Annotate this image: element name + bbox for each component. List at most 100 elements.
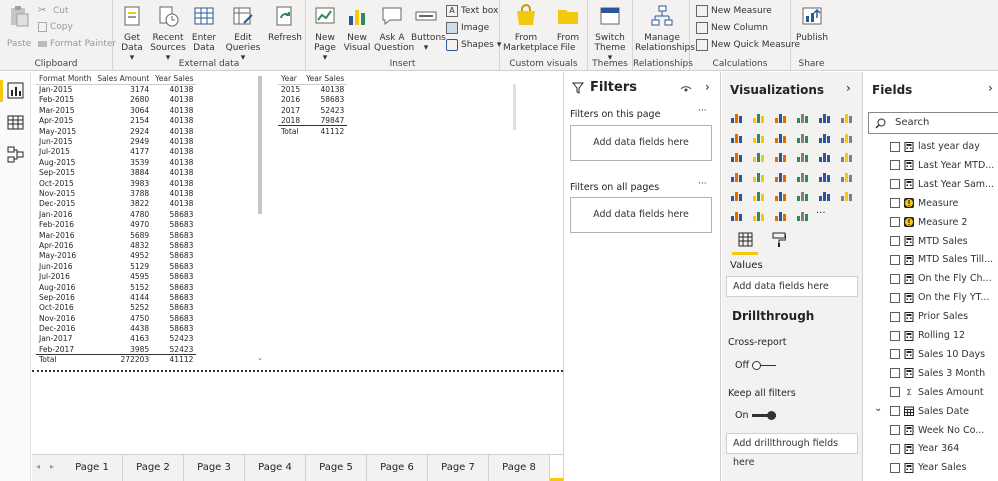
table-row[interactable]: Aug-2015 3539 40138	[36, 157, 196, 167]
field-item[interactable]: Year 364	[864, 439, 998, 458]
fields-search-box[interactable]: Search	[868, 112, 998, 134]
table-row[interactable]: May-2015 2924 40138	[36, 126, 196, 136]
table-row[interactable]: Mar-2016 5689 58683	[36, 230, 196, 240]
field-checkbox[interactable]	[890, 462, 900, 473]
image-button[interactable]: Image	[446, 22, 489, 34]
slicer-icon[interactable]	[730, 189, 743, 202]
more-options-icon[interactable]: ···	[698, 106, 707, 116]
table-row[interactable]: Sep-2016 4144 58683	[36, 292, 196, 302]
table-row[interactable]: 2018 79847	[278, 116, 347, 126]
field-item[interactable]: Sales 3 Month	[864, 364, 998, 383]
text-box-button[interactable]: A Text box	[446, 5, 498, 17]
gauge-icon[interactable]	[774, 170, 787, 183]
field-item[interactable]: Prior Sales	[864, 307, 998, 326]
field-checkbox[interactable]	[890, 198, 900, 209]
ask-question-button[interactable]: Ask A Question	[374, 4, 414, 53]
table-row[interactable]: Jun-2016 5129 58683	[36, 261, 196, 271]
table-row[interactable]: Feb-2017 3985 52423	[36, 344, 196, 354]
col-header-year-sales[interactable]: Year Sales	[303, 74, 348, 85]
clustered-column-icon[interactable]	[796, 111, 809, 124]
table-row[interactable]: 2017 52423	[278, 105, 347, 115]
table-row[interactable]: Aug-2016 5152 58683	[36, 282, 196, 292]
tab-scroll-right-icon[interactable]: ▸	[50, 462, 54, 471]
100-column-icon[interactable]	[840, 111, 853, 124]
treemap-icon[interactable]	[818, 150, 831, 163]
shapes-button[interactable]: Shapes ▾	[446, 39, 501, 51]
manage-relationships-button[interactable]: Manage Relationships	[635, 4, 695, 53]
field-item[interactable]: On the Fly YT...	[864, 288, 998, 307]
recent-sources-button[interactable]: Recent Sources ▾	[149, 4, 187, 63]
more-visuals-icon[interactable]: ···	[816, 208, 826, 219]
field-checkbox[interactable]	[890, 217, 900, 228]
filters-all-pages-drop-zone[interactable]: Add data fields here	[570, 197, 712, 233]
field-checkbox[interactable]	[890, 330, 900, 341]
new-measure-button[interactable]: New Measure	[696, 5, 772, 17]
stacked-column-icon[interactable]	[752, 111, 765, 124]
tab-page-3[interactable]: Page 3	[184, 455, 245, 481]
switch-theme-button[interactable]: Switch Theme ▾	[592, 4, 628, 63]
field-item[interactable]: Sales 10 Days	[864, 345, 998, 364]
field-checkbox[interactable]	[890, 236, 900, 246]
field-checkbox[interactable]	[890, 160, 900, 171]
edit-queries-button[interactable]: Edit Queries ▾	[223, 4, 263, 63]
tab-page-1[interactable]: Page 1	[62, 455, 123, 481]
field-checkbox[interactable]	[890, 368, 900, 379]
col-header-sales-amount[interactable]: Sales Amount	[94, 74, 153, 85]
new-page-button[interactable]: New Page ▾	[309, 4, 341, 63]
table-scrollbar-thumb[interactable]	[258, 76, 262, 214]
table-row[interactable]: Dec-2016 4438 58683	[36, 323, 196, 333]
field-item[interactable]: MTD Sales	[864, 232, 998, 251]
ribbon-chart-icon[interactable]	[840, 131, 853, 144]
r-visual-icon[interactable]	[796, 189, 809, 202]
field-item[interactable]: Week No Co...	[864, 421, 998, 440]
decomposition-tree-icon[interactable]	[730, 209, 743, 222]
col-header-format-month[interactable]: Format Month	[36, 74, 95, 85]
from-marketplace-button[interactable]: From Marketplace	[503, 4, 558, 53]
collapse-viz-chevron-icon[interactable]: ›	[846, 81, 851, 95]
line-clustered-icon[interactable]	[818, 131, 831, 144]
tab-scroll-left-icon[interactable]: ◂	[36, 462, 40, 471]
publish-button[interactable]: Publish	[795, 4, 829, 43]
line-chart-icon[interactable]	[730, 131, 743, 144]
pie-chart-icon[interactable]	[774, 150, 787, 163]
table-row[interactable]: Jul-2015 4177 40138	[36, 147, 196, 157]
table-row[interactable]: Nov-2016 4750 58683	[36, 313, 196, 323]
field-checkbox[interactable]	[890, 141, 900, 152]
scroll-down-arrow-icon[interactable]: ⌄	[257, 354, 263, 362]
tab-page-8[interactable]: Page 8	[489, 455, 550, 481]
table-row[interactable]: Feb-2015 2680 40138	[36, 95, 196, 105]
key-influencers-icon[interactable]	[840, 189, 853, 202]
table-row[interactable]: Jan-2017 4163 52423	[36, 334, 196, 344]
waterfall-icon[interactable]	[730, 150, 743, 163]
format-painter-button[interactable]: Format Painter	[38, 39, 116, 49]
cross-report-toggle[interactable]	[752, 361, 776, 370]
table-row[interactable]: Jun-2015 2949 40138	[36, 136, 196, 146]
scatter-icon[interactable]	[752, 150, 765, 163]
field-checkbox[interactable]	[890, 292, 900, 303]
values-drop-zone[interactable]: Add data fields here	[726, 276, 858, 297]
tab-page-5[interactable]: Page 5	[306, 455, 367, 481]
field-item[interactable]: Measure	[864, 194, 998, 213]
table-row[interactable]: Jul-2016 4595 58683	[36, 271, 196, 281]
field-checkbox[interactable]	[890, 425, 900, 435]
new-visual-button[interactable]: New Visual	[343, 4, 371, 53]
tab-page-2[interactable]: Page 2	[123, 455, 184, 481]
from-file-button[interactable]: From File	[552, 4, 584, 53]
field-checkbox[interactable]	[890, 387, 900, 398]
field-item[interactable]: last year day	[864, 137, 998, 156]
field-item[interactable]: MTD Sales Till...	[864, 250, 998, 269]
field-checkbox[interactable]	[890, 406, 900, 417]
field-item[interactable]: Measure 2	[864, 213, 998, 232]
expand-chevron-icon[interactable]: ⌄	[874, 403, 882, 414]
field-checkbox[interactable]	[890, 254, 900, 265]
globe-icon[interactable]	[774, 209, 787, 222]
table-row[interactable]: Oct-2016 5252 58683	[36, 303, 196, 313]
table-row[interactable]: Apr-2015 2154 40138	[36, 116, 196, 126]
table-row[interactable]: Mar-2015 3064 40138	[36, 105, 196, 115]
python-visual-icon[interactable]	[818, 189, 831, 202]
tab-page-4[interactable]: Page 4	[245, 455, 306, 481]
report-view-icon[interactable]	[7, 82, 24, 99]
col-header-year[interactable]: Year	[278, 74, 304, 85]
field-item[interactable]: Σ Sales Amount	[864, 383, 998, 402]
drillthrough-drop-zone[interactable]: Add drillthrough fields here	[726, 433, 858, 468]
